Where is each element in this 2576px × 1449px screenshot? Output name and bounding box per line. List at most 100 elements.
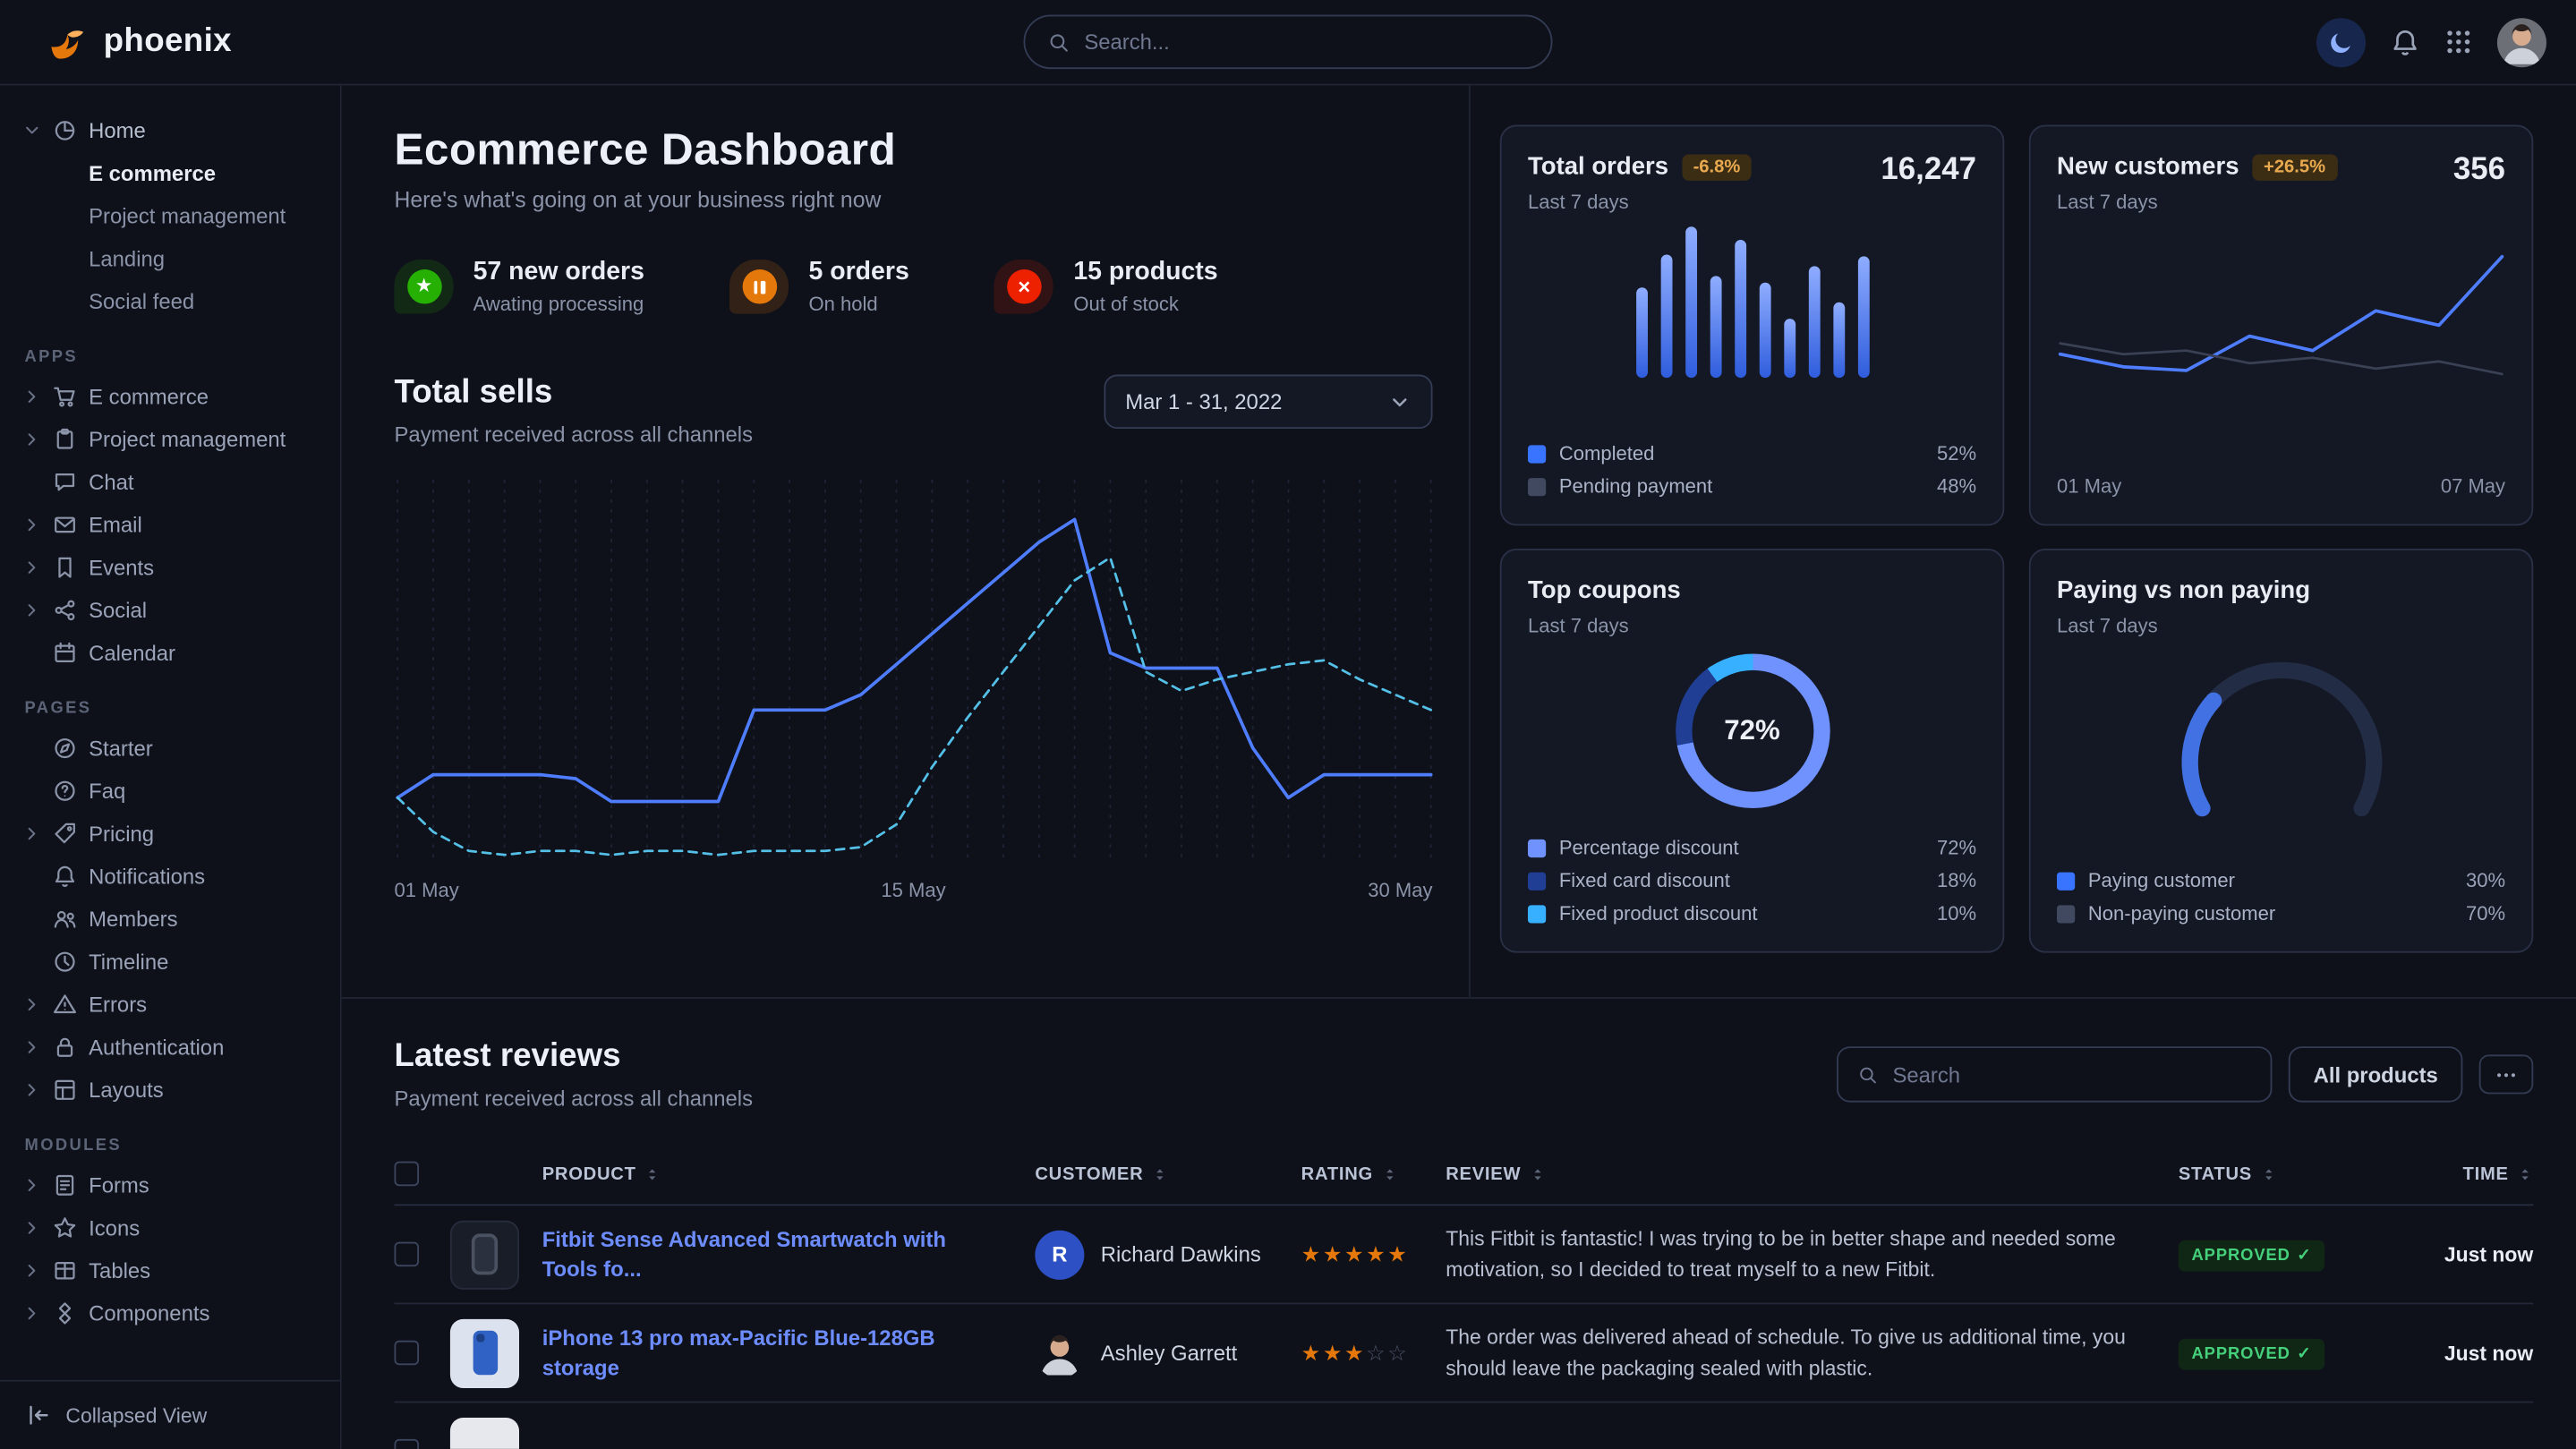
brand[interactable]: phoenix (46, 21, 232, 64)
sidebar-item-faq[interactable]: Faq (0, 769, 340, 812)
stat-orders-on-hold: 5 orders On hold (729, 258, 908, 315)
review-time: Just now (2389, 1342, 2534, 1365)
column-header-rating[interactable]: RATING (1301, 1163, 1446, 1183)
sidebar-item-forms[interactable]: Forms (0, 1163, 340, 1206)
sidebar-item-label: Icons (89, 1215, 140, 1240)
x-tick: 07 May (2441, 474, 2505, 498)
sidebar-item-authentication[interactable]: Authentication (0, 1025, 340, 1068)
new-customers-x-axis: 01 May 07 May (2057, 465, 2505, 498)
legend-row: Percentage discount 72% (1528, 836, 1976, 859)
caret-down-icon (23, 121, 41, 139)
caret-right-icon (23, 1175, 41, 1193)
paying-gauge-chart (2057, 641, 2505, 822)
app-root: phoenix Home E com (0, 0, 2576, 1449)
caret-right-icon (23, 823, 41, 841)
sidebar-item-label: Components (89, 1300, 209, 1325)
latest-reviews-section: Latest reviews Payment received across a… (342, 999, 2576, 1449)
column-header-product[interactable]: PRODUCT (542, 1163, 1036, 1183)
sidebar-item-home[interactable]: Home (0, 108, 340, 151)
user-avatar[interactable] (2497, 17, 2546, 66)
sidebar-item-pricing[interactable]: Pricing (0, 812, 340, 855)
column-header-review[interactable]: REVIEW (1446, 1163, 2179, 1183)
sidebar-item-layouts[interactable]: Layouts (0, 1068, 340, 1111)
sidebar-item-label: Email (89, 512, 142, 537)
date-range-select[interactable]: Mar 1 - 31, 2022 (1104, 374, 1432, 429)
reviews-search-input[interactable] (1892, 1062, 2250, 1087)
new-customers-line-chart (2057, 230, 2505, 421)
customer-cell: R Richard Dawkins (1035, 1230, 1301, 1279)
reviews-search[interactable] (1837, 1046, 2272, 1102)
sidebar-subitem-landing[interactable]: Landing (89, 236, 340, 279)
legend-value: 30% (2466, 869, 2505, 892)
puzzle-icon (53, 1300, 78, 1325)
sidebar-item-notifications[interactable]: Notifications (0, 854, 340, 897)
collapse-label: Collapsed View (65, 1403, 207, 1427)
cart-icon (53, 384, 78, 409)
sidebar-item-project-management[interactable]: Project management (0, 417, 340, 460)
stat-new-orders: ★ 57 new orders Awating processing (395, 258, 644, 315)
select-all-checkbox[interactable] (395, 1162, 420, 1187)
customer-avatar[interactable]: R (1035, 1230, 1084, 1279)
sidebar-item-social[interactable]: Social (0, 588, 340, 631)
table-row-partial (395, 1402, 2534, 1448)
more-options-button[interactable] (2479, 1054, 2534, 1094)
warning-icon (53, 992, 78, 1017)
apps-grid-button[interactable] (2444, 28, 2472, 55)
sidebar-subitem-ecommerce[interactable]: E commerce (89, 151, 340, 194)
customer-cell: Ashley Garrett (1035, 1328, 1301, 1377)
caret-right-icon (23, 1303, 41, 1321)
global-search[interactable] (1023, 15, 1552, 70)
legend-label: Fixed card discount (1559, 869, 1730, 892)
pause-icon (742, 269, 777, 304)
status-badge: APPROVED✓ (2179, 1240, 2324, 1271)
row-checkbox[interactable] (395, 1439, 420, 1449)
legend-label: Non-paying customer (2088, 902, 2275, 925)
column-header-time[interactable]: TIME (2389, 1163, 2534, 1183)
sidebar-section-pages: PAGES (25, 700, 340, 718)
product-link[interactable]: iPhone 13 pro max-Pacific Blue-128GB sto… (542, 1324, 1036, 1381)
table-row: Fitbit Sense Advanced Smartwatch with To… (395, 1206, 2534, 1304)
sidebar-subitem-social-feed[interactable]: Social feed (89, 279, 340, 322)
users-icon (53, 906, 78, 931)
caret-right-icon (23, 1080, 41, 1098)
sort-icon (644, 1163, 661, 1183)
check-icon: ✓ (2297, 1344, 2311, 1362)
sidebar-subitem-project-management[interactable]: Project management (89, 194, 340, 237)
card-period: Last 7 days (1528, 191, 1752, 214)
sidebar-item-timeline[interactable]: Timeline (0, 940, 340, 983)
x-tick: 01 May (395, 879, 459, 902)
sidebar-item-email[interactable]: Email (0, 503, 340, 546)
product-thumbnail[interactable] (450, 1220, 519, 1289)
sidebar-item-icons[interactable]: Icons (0, 1206, 340, 1249)
customer-avatar[interactable] (1035, 1328, 1084, 1377)
global-search-input[interactable] (1084, 30, 1528, 55)
sidebar-item-errors[interactable]: Errors (0, 983, 340, 1026)
sidebar-item-label: Calendar (89, 640, 175, 665)
all-products-button[interactable]: All products (2289, 1046, 2462, 1102)
row-checkbox[interactable] (395, 1242, 420, 1267)
legend-row: Fixed card discount 18% (1528, 869, 1976, 892)
sidebar-item-members[interactable]: Members (0, 897, 340, 940)
notifications-button[interactable] (2391, 27, 2420, 56)
sidebar-item-calendar[interactable]: Calendar (0, 631, 340, 674)
legend-swatch (1528, 872, 1546, 890)
chat-icon (53, 469, 78, 494)
sidebar-item-components[interactable]: Components (0, 1291, 340, 1334)
product-link[interactable]: Fitbit Sense Advanced Smartwatch with To… (542, 1225, 1036, 1283)
donut-center-label: 72% (1724, 714, 1779, 747)
reviews-subtitle: Payment received across all channels (395, 1086, 754, 1111)
collapse-sidebar-button[interactable]: Collapsed View (0, 1380, 340, 1449)
sidebar-item-events[interactable]: Events (0, 545, 340, 588)
column-header-status[interactable]: STATUS (2179, 1163, 2389, 1183)
star-icon (53, 1215, 78, 1240)
product-thumbnail[interactable] (450, 1318, 519, 1387)
sidebar-item-tables[interactable]: Tables (0, 1249, 340, 1291)
sidebar-item-chat[interactable]: Chat (0, 460, 340, 503)
row-checkbox[interactable] (395, 1341, 420, 1366)
card-title: Paying vs non paying (2057, 576, 2310, 604)
sidebar-item-ecommerce[interactable]: E commerce (0, 374, 340, 417)
column-header-customer[interactable]: CUSTOMER (1035, 1163, 1301, 1183)
product-thumbnail[interactable] (450, 1417, 519, 1449)
sidebar-item-starter[interactable]: Starter (0, 726, 340, 769)
theme-toggle-button[interactable] (2316, 17, 2366, 66)
